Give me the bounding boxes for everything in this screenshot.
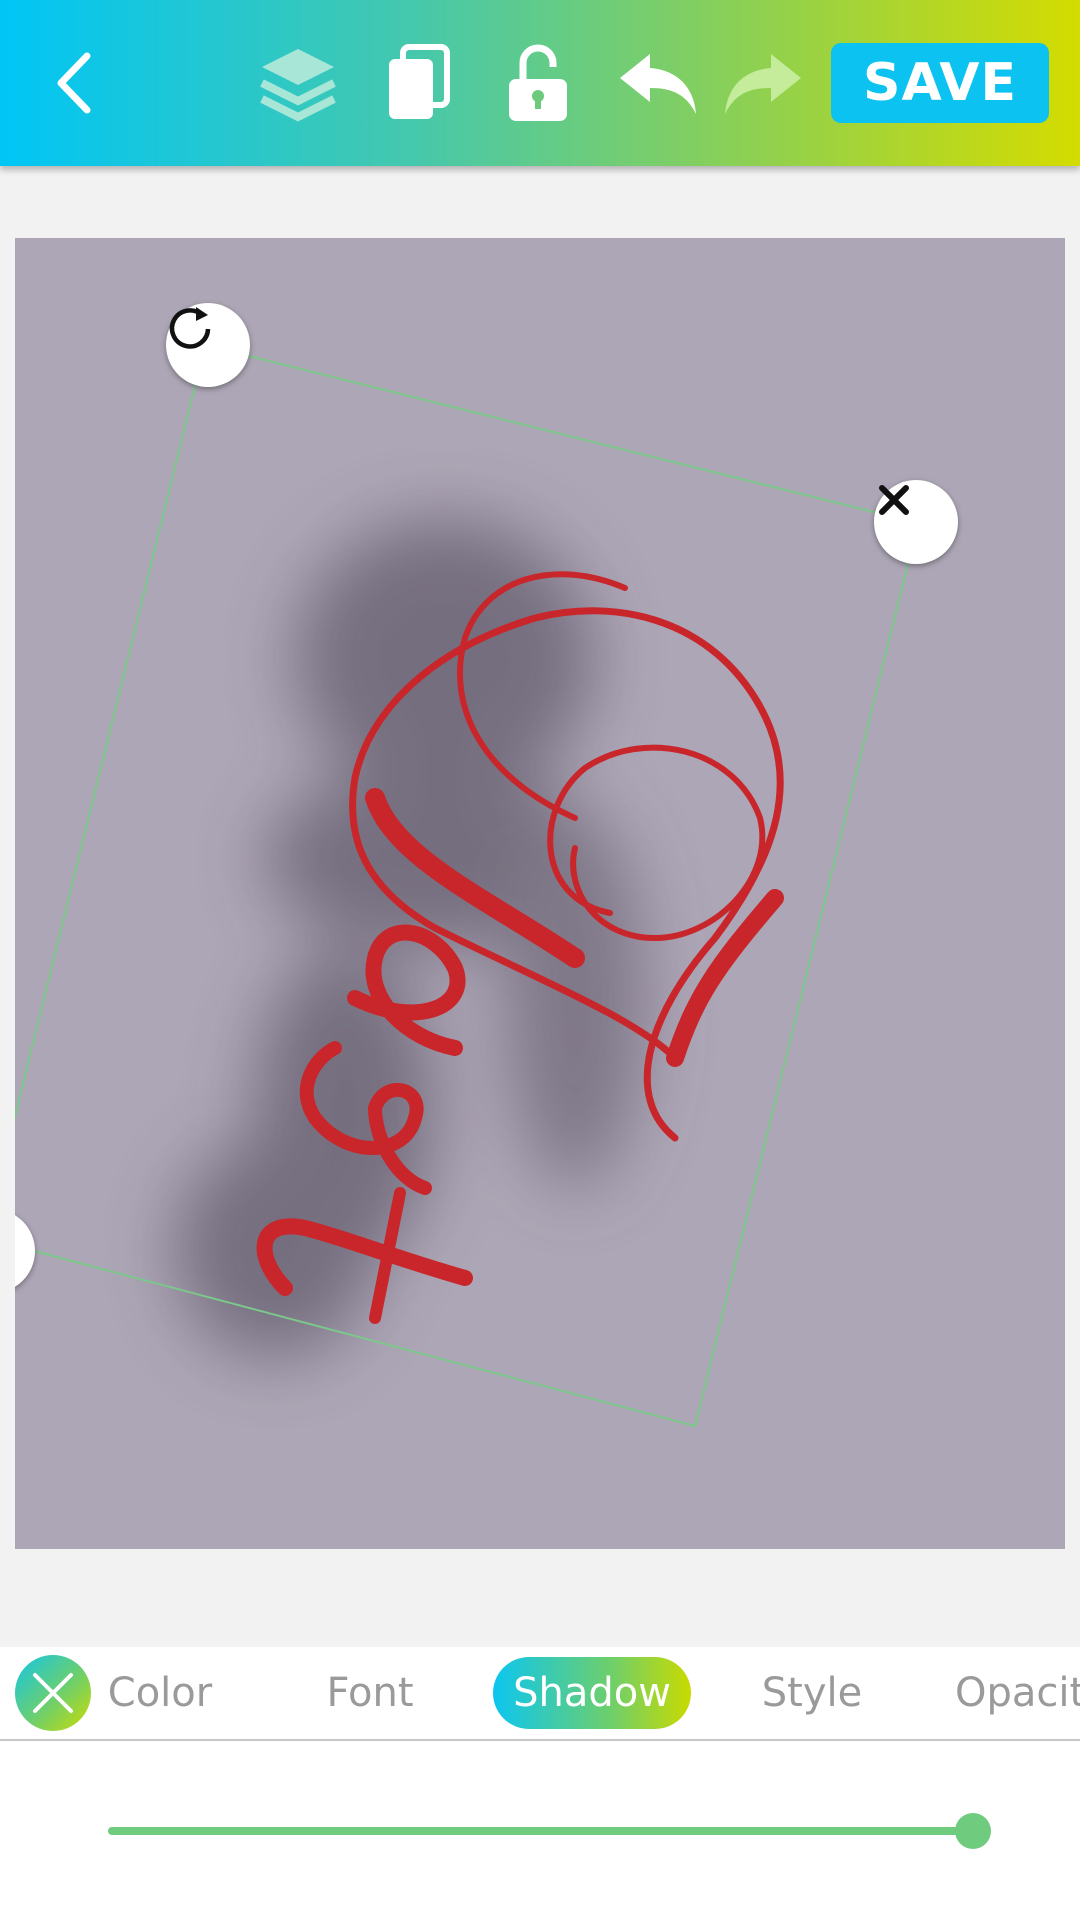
redo-icon[interactable]	[720, 40, 806, 126]
shadow-slider-track[interactable]	[108, 1827, 972, 1835]
undo-icon[interactable]	[615, 40, 701, 126]
save-button[interactable]: SAVE	[831, 43, 1049, 123]
close-panel-button[interactable]	[15, 1655, 91, 1731]
tab-opacity[interactable]: Opacit	[955, 1657, 1080, 1729]
duplicate-icon[interactable]	[375, 40, 461, 126]
shadow-slider-thumb[interactable]	[955, 1813, 991, 1849]
delete-icon	[879, 485, 909, 515]
tab-color[interactable]: Color	[100, 1657, 220, 1729]
unlock-icon[interactable]	[495, 40, 581, 126]
text-layer[interactable]	[15, 238, 1065, 1549]
layers-icon[interactable]	[255, 40, 341, 126]
delete-handle[interactable]	[874, 480, 958, 564]
design-canvas[interactable]	[15, 238, 1065, 1549]
top-toolbar: SAVE	[0, 0, 1080, 166]
rotate-icon	[169, 307, 211, 349]
tab-style[interactable]: Style	[752, 1657, 872, 1729]
back-icon[interactable]	[32, 40, 118, 126]
rotate-handle[interactable]	[166, 303, 250, 387]
close-icon	[33, 1673, 73, 1713]
tab-shadow[interactable]: Shadow	[493, 1657, 691, 1729]
tab-font[interactable]: Font	[310, 1657, 430, 1729]
